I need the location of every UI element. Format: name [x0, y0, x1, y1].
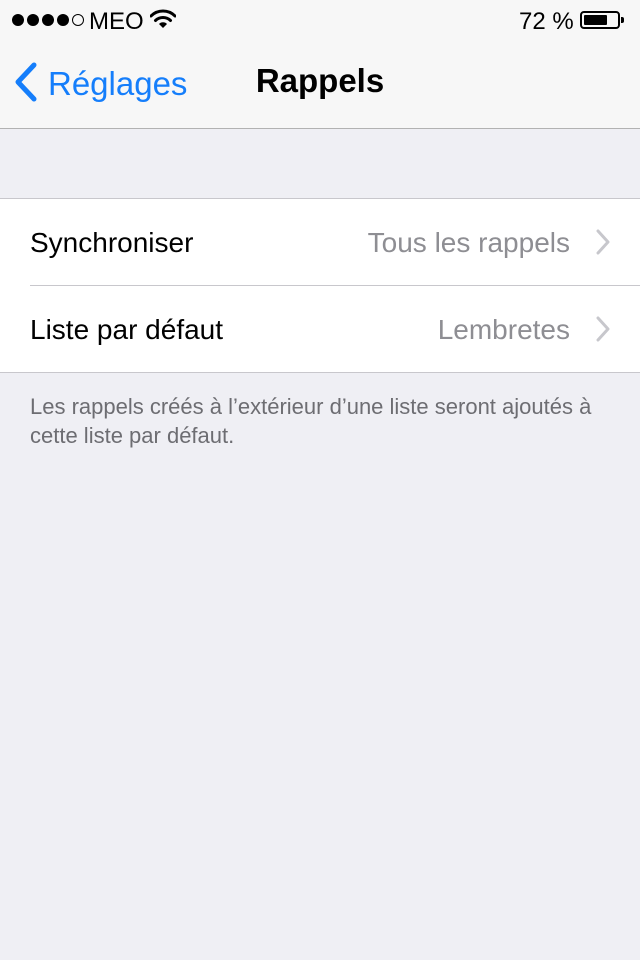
row-synchroniser[interactable]: Synchroniser Tous les rappels [0, 199, 640, 286]
navigation-bar: MEO 72 % Réglages Rappels [0, 0, 640, 129]
carrier-name: MEO [89, 8, 144, 35]
signal-strength-icon [12, 14, 84, 26]
row-value: Lembretes [437, 313, 570, 345]
battery-percentage: 72 % [519, 8, 574, 35]
signal-dot [12, 14, 24, 26]
battery-cap [621, 17, 624, 23]
signal-dot [57, 14, 69, 26]
row-label: Synchroniser [30, 226, 194, 258]
row-label: Liste par défaut [30, 313, 224, 345]
chevron-right-icon [596, 229, 610, 260]
battery-icon [580, 11, 624, 29]
signal-dot [42, 14, 54, 26]
row-default-list[interactable]: Liste par défaut Lembretes [0, 286, 640, 373]
page-title: Rappels [255, 62, 385, 99]
status-bar: MEO 72 % [0, 0, 640, 40]
wifi-icon [149, 8, 177, 37]
signal-dot [72, 14, 84, 26]
section-footer: Les rappels créés à l’extérieur d’une li… [30, 394, 592, 448]
row-value: Tous les rappels [367, 226, 570, 258]
settings-group: Synchroniser Tous les rappels Liste par … [0, 198, 640, 373]
chevron-right-icon [596, 316, 610, 347]
signal-dot [27, 14, 39, 26]
battery-fill [584, 15, 607, 25]
